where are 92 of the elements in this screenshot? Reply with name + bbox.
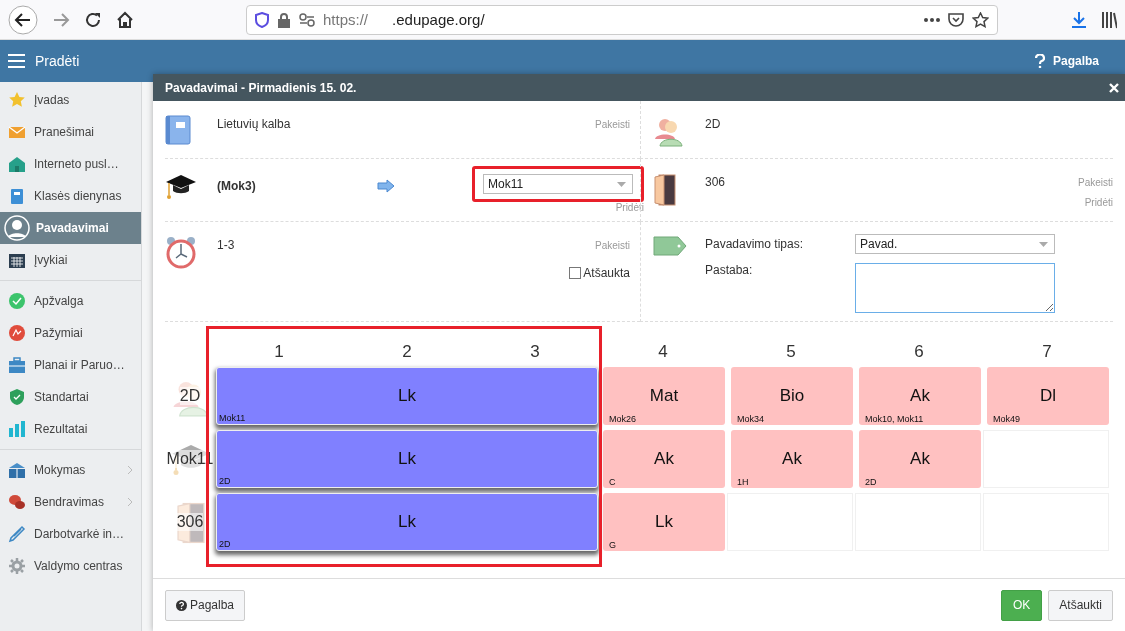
lock-icon	[277, 11, 291, 28]
url-scheme: https://	[323, 11, 369, 28]
pocket-icon[interactable]	[948, 11, 964, 28]
lesson-card[interactable]: Ak 1H	[731, 430, 853, 488]
lesson-card[interactable]: Bio Mok34	[731, 367, 853, 425]
sidebar-item[interactable]: Klasės dienynas	[0, 180, 141, 212]
settings-icon	[8, 557, 26, 575]
period-number: 3	[529, 342, 541, 362]
back-icon[interactable]	[8, 4, 38, 35]
shield-check-icon	[8, 388, 26, 406]
sidebar-item[interactable]: Valdymo centras	[0, 550, 141, 582]
address-bar[interactable]: https:// .edupage.org/	[246, 4, 998, 35]
lesson-card[interactable]: Dl Mok49	[987, 367, 1109, 425]
forward-icon[interactable]	[52, 10, 70, 29]
substitution-type-dropdown[interactable]: Pavad.	[855, 234, 1055, 254]
url-domain: .edupage.org/	[392, 11, 485, 28]
avatar-icon	[4, 215, 30, 241]
menu-icon	[8, 54, 25, 68]
period-number: 5	[785, 342, 797, 362]
teacher-dropdown[interactable]: Mok11	[483, 174, 633, 194]
sidebar-item[interactable]: Interneto pusl…	[0, 148, 141, 180]
class-value: 2D	[705, 116, 721, 131]
dialog-title: Pavadavimai - Pirmadienis 15. 02.	[165, 80, 357, 95]
library-icon[interactable]	[1101, 10, 1117, 29]
arrow-icon	[377, 178, 395, 193]
sidebar-item[interactable]: Planai ir Paruo…	[0, 349, 141, 381]
home-icon[interactable]	[116, 10, 134, 29]
substitution-lesson-card[interactable]: Lk Mok11	[216, 367, 598, 425]
chart-circle-icon	[8, 324, 26, 342]
star-icon	[8, 91, 26, 109]
calendar-icon	[8, 251, 26, 269]
help-button[interactable]: Pagalba	[165, 589, 246, 621]
period-number: 7	[1041, 342, 1053, 362]
substitution-type-label: Pavadavimo tipas:	[705, 236, 805, 251]
help-icon	[176, 599, 187, 611]
sidebar-item[interactable]: Standartai	[0, 381, 141, 413]
lesson-card[interactable]: Lk G	[603, 493, 725, 551]
sidebar-item[interactable]: Bendravimas	[0, 486, 141, 518]
substitution-lesson-card[interactable]: Lk 2D	[216, 493, 598, 551]
note-field[interactable]	[855, 262, 1055, 313]
substitution-lesson-card[interactable]: Lk 2D	[216, 430, 598, 488]
original-teacher: (Mok3)	[217, 178, 257, 193]
briefcase-icon	[8, 356, 26, 374]
row-label: 2D	[179, 387, 201, 405]
house-icon	[8, 155, 26, 173]
pen-icon	[8, 525, 26, 543]
dropdown-caret-icon	[617, 181, 626, 187]
door-icon	[653, 173, 677, 207]
graduation-cap-icon	[165, 173, 197, 201]
cancelled-checkbox[interactable]: Atšaukta	[569, 266, 630, 280]
period-value: 1-3	[217, 237, 235, 252]
close-icon[interactable]	[1109, 82, 1119, 93]
sidebar-item[interactable]: Pavadavimai	[0, 212, 141, 244]
bar-chart-icon	[8, 420, 26, 438]
download-icon[interactable]	[1071, 10, 1087, 29]
sidebar-item[interactable]: Rezultatai	[0, 413, 141, 445]
sidebar-item[interactable]: Įvadas	[0, 84, 141, 116]
book-icon	[165, 115, 191, 145]
period-number: 6	[913, 342, 925, 362]
sidebar-item[interactable]: Darbotvarkė in…	[0, 518, 141, 550]
sidebar-item[interactable]: Įvykiai	[0, 244, 141, 276]
sidebar-item[interactable]: Pranešimai	[0, 116, 141, 148]
help-icon	[1034, 54, 1045, 68]
lesson-card[interactable]: Ak Mok10, Mok11	[859, 367, 981, 425]
book-icon	[8, 461, 26, 479]
sidebar-item[interactable]: Pažymiai	[0, 317, 141, 349]
shield-icon[interactable]	[255, 11, 269, 28]
note-label: Pastaba:	[705, 262, 754, 277]
row-label: 306	[176, 513, 204, 531]
lesson-card[interactable]: Mat Mok26	[603, 367, 725, 425]
room-value: 306	[705, 174, 726, 189]
more-icon[interactable]	[924, 17, 940, 22]
permissions-icon[interactable]	[299, 12, 315, 27]
dropdown-caret-icon	[1039, 241, 1048, 247]
subject-value: Lietuvių kalba	[217, 116, 291, 131]
period-number: 2	[401, 342, 413, 362]
notebook-icon	[8, 187, 26, 205]
star-icon[interactable]	[972, 11, 989, 28]
reload-icon[interactable]	[84, 10, 102, 29]
lesson-card[interactable]: Ak 2D	[859, 430, 981, 488]
sidebar-item[interactable]: Apžvalga	[0, 285, 141, 317]
sidebar-item[interactable]: Mokymas	[0, 454, 141, 486]
chat-bubbles-icon	[8, 493, 26, 511]
check-circle-icon	[8, 292, 26, 310]
alarm-clock-icon	[165, 236, 197, 270]
lesson-card[interactable]: Ak C	[603, 430, 725, 488]
help-link[interactable]: Pagalba	[1034, 54, 1117, 68]
menu-button[interactable]: Pradėti	[8, 53, 80, 69]
period-number: 4	[657, 342, 669, 362]
cancel-button[interactable]: Atšaukti	[1048, 589, 1113, 621]
tag-icon	[653, 236, 687, 256]
period-number: 1	[273, 342, 285, 362]
